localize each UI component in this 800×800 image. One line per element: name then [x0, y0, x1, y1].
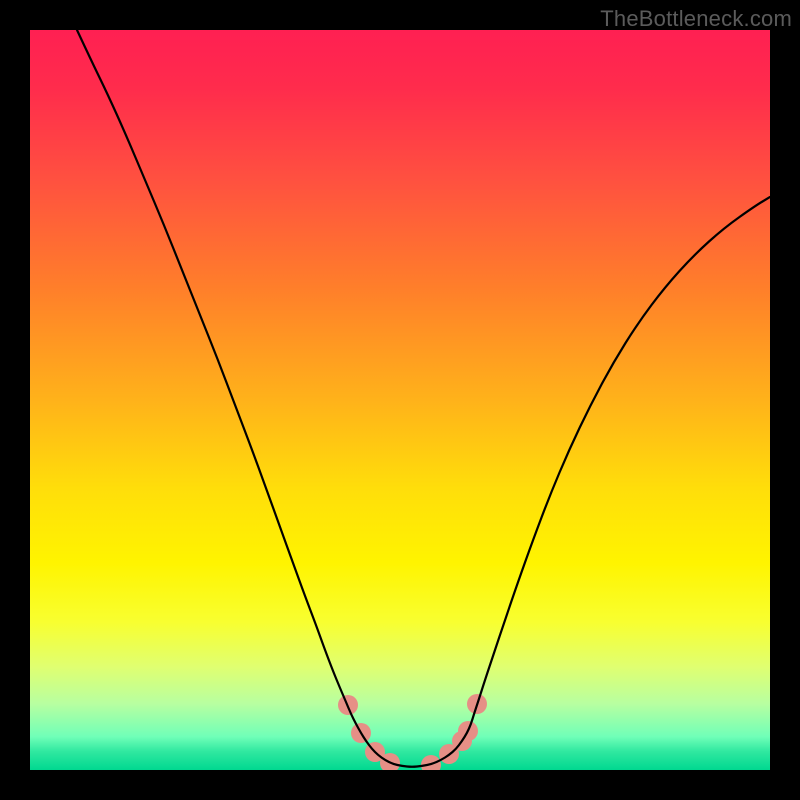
chart-frame: TheBottleneck.com: [0, 0, 800, 800]
watermark-label: TheBottleneck.com: [600, 6, 792, 32]
plot-area: [30, 30, 770, 770]
plot-svg: [30, 30, 770, 770]
chart-background: [30, 30, 770, 770]
